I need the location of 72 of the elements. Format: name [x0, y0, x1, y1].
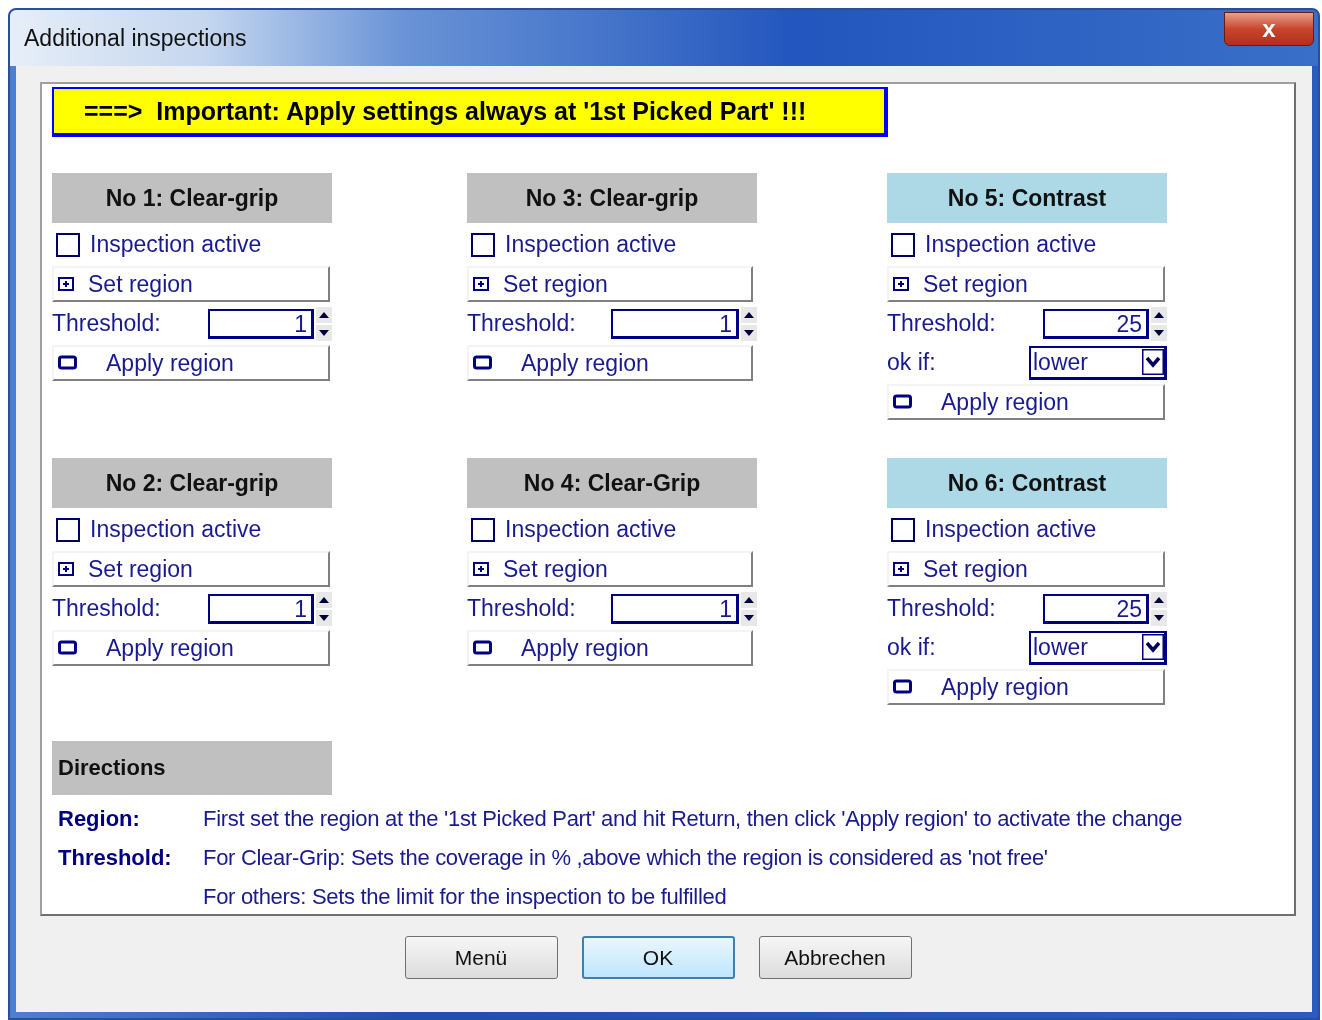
threshold-input[interactable]: 25	[1043, 593, 1149, 624]
threshold-label: Threshold:	[467, 310, 576, 337]
set-region-button[interactable]: Set region	[52, 551, 330, 587]
dialog-button[interactable]: OK	[581, 936, 735, 979]
chevron-down-icon	[1142, 349, 1164, 375]
inspection-header: No 6: Contrast	[887, 458, 1167, 508]
spinner-arrows-icon[interactable]	[741, 306, 757, 341]
threshold-input[interactable]: 1	[611, 308, 739, 339]
direction-text: For Clear-Grip: Sets the coverage in % ,above which the region is considered as 'not free'	[203, 844, 1048, 871]
apply-region-button[interactable]: Apply region	[467, 630, 753, 666]
checkbox-label: Inspection active	[925, 231, 1097, 258]
plus-box-icon	[473, 562, 489, 576]
close-button[interactable]: x	[1224, 12, 1314, 46]
apply-region-button[interactable]: Apply region	[887, 669, 1165, 705]
checkbox[interactable]	[56, 232, 80, 257]
checkbox[interactable]	[471, 517, 495, 542]
threshold-input[interactable]: 1	[208, 308, 314, 339]
threshold-input[interactable]: 1	[611, 593, 739, 624]
direction-term: Region:	[58, 805, 140, 831]
ok-if-label: ok if:	[887, 634, 936, 661]
set-region-button[interactable]: Set region	[887, 266, 1165, 302]
threshold-input[interactable]: 25	[1043, 308, 1149, 339]
directions-header: Directions	[52, 741, 332, 795]
inspection-header: No 3: Clear-grip	[467, 173, 757, 223]
spinner-arrows-icon[interactable]	[316, 591, 332, 626]
checkbox-label: Inspection active	[90, 516, 262, 543]
dialog-button[interactable]: Abbrechen	[758, 936, 912, 979]
checkbox[interactable]	[471, 232, 495, 257]
direction-text: For others: Sets the limit for the inspection to be fulfilled	[203, 883, 727, 910]
inspection-header: No 4: Clear-Grip	[467, 458, 757, 508]
checkbox-label: Inspection active	[925, 516, 1097, 543]
threshold-label: Threshold:	[887, 310, 996, 337]
threshold-label: Threshold:	[887, 595, 996, 622]
inspection-header: No 1: Clear-grip	[52, 173, 332, 223]
threshold-label: Threshold:	[467, 595, 576, 622]
ok-if-dropdown[interactable]: lower	[1029, 630, 1167, 665]
plus-box-icon	[58, 277, 74, 291]
spinner-arrows-icon[interactable]	[741, 591, 757, 626]
chevron-down-icon	[1142, 634, 1164, 660]
dialog-button[interactable]: Menü	[404, 936, 558, 979]
ok-if-label: ok if:	[887, 349, 936, 376]
inspection-header: No 5: Contrast	[887, 173, 1167, 223]
direction-term: Threshold:	[58, 844, 172, 870]
inspection-header: No 2: Clear-grip	[52, 458, 332, 508]
checkbox-label: Inspection active	[90, 231, 262, 258]
apply-region-button[interactable]: Apply region	[467, 345, 753, 381]
checkbox-label: Inspection active	[505, 231, 677, 258]
apply-region-button[interactable]: Apply region	[887, 384, 1165, 420]
checkbox[interactable]	[891, 232, 915, 257]
plus-box-icon	[893, 562, 909, 576]
spinner-arrows-icon[interactable]	[1151, 591, 1167, 626]
checkbox[interactable]	[56, 517, 80, 542]
spinner-arrows-icon[interactable]	[316, 306, 332, 341]
plus-box-icon	[473, 277, 489, 291]
direction-text: First set the region at the '1st Picked Part' and hit Return, then click 'Apply region' to activate the change	[203, 805, 1183, 832]
checkbox[interactable]	[891, 517, 915, 542]
set-region-button[interactable]: Set region	[467, 266, 753, 302]
window-title: Additional inspections	[24, 24, 247, 52]
plus-box-icon	[893, 277, 909, 291]
ok-if-dropdown[interactable]: lower	[1029, 345, 1167, 380]
checkbox-label: Inspection active	[505, 516, 677, 543]
spinner-arrows-icon[interactable]	[1151, 306, 1167, 341]
threshold-label: Threshold:	[52, 595, 161, 622]
threshold-input[interactable]: 1	[208, 593, 314, 624]
set-region-button[interactable]: Set region	[887, 551, 1165, 587]
set-region-button[interactable]: Set region	[52, 266, 330, 302]
warning-banner: ===> Important: Apply settings always at '1st Picked Part' !!!	[52, 87, 888, 137]
apply-region-button[interactable]: Apply region	[52, 345, 330, 381]
set-region-button[interactable]: Set region	[467, 551, 753, 587]
threshold-label: Threshold:	[52, 310, 161, 337]
plus-box-icon	[58, 562, 74, 576]
apply-region-button[interactable]: Apply region	[52, 630, 330, 666]
